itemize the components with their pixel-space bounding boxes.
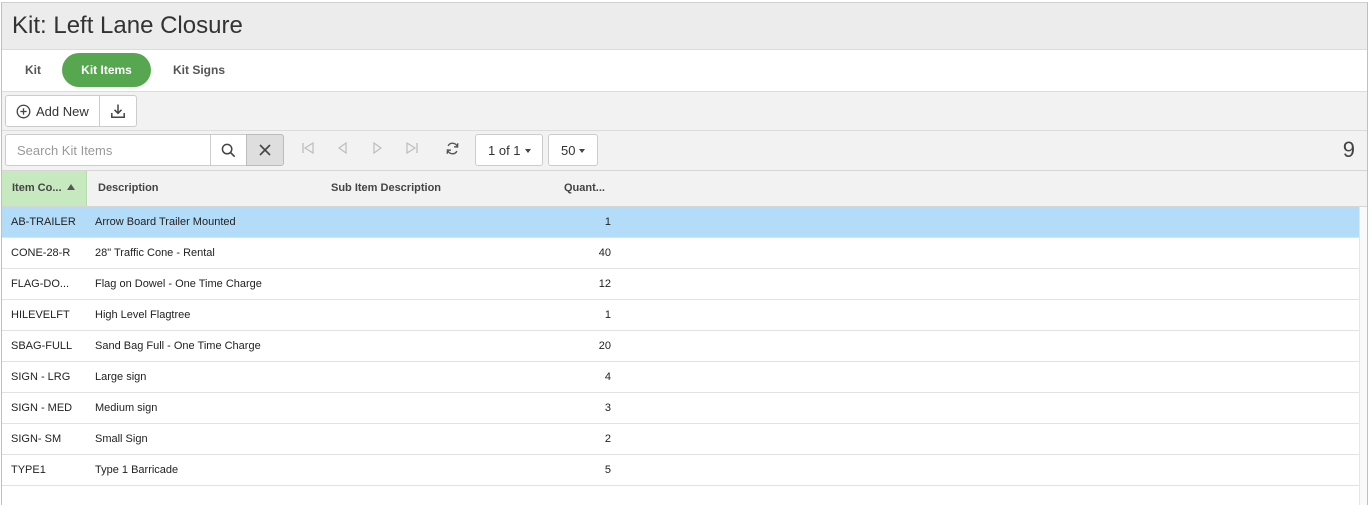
table-row[interactable]: TYPE1 Type 1 Barricade 5 xyxy=(2,455,1359,486)
page-selector-dropdown[interactable]: 1 of 1 xyxy=(475,134,543,166)
column-header-sub-item-description[interactable]: Sub Item Description xyxy=(331,171,441,206)
cell-quantity: 40 xyxy=(598,247,611,259)
grid-header: Item Co... Description Sub Item Descript… xyxy=(2,171,1367,207)
table-row[interactable]: HILEVELFT High Level Flagtree 1 xyxy=(2,300,1359,331)
download-icon xyxy=(111,104,125,119)
cell-item-code: SIGN - MED xyxy=(11,402,73,414)
cell-quantity: 5 xyxy=(604,464,611,476)
page-size-dropdown[interactable]: 50 xyxy=(548,134,598,166)
column-header-label: Item Co... xyxy=(12,182,62,194)
grid-body: AB-TRAILER Arrow Board Trailer Mounted 1… xyxy=(2,207,1359,486)
tab-kit-signs[interactable]: Kit Signs xyxy=(162,53,236,87)
cell-quantity: 1 xyxy=(604,309,611,321)
cell-description: Type 1 Barricade xyxy=(95,464,179,476)
cell-description: Sand Bag Full - One Time Charge xyxy=(95,340,261,352)
cell-sub-item-description xyxy=(331,424,531,454)
table-row[interactable]: CONE-28-R 28" Traffic Cone - Rental 40 xyxy=(2,238,1359,269)
chevron-down-icon xyxy=(524,148,531,153)
cell-sub-item-description xyxy=(331,207,531,237)
cell-sub-item-description xyxy=(331,393,531,423)
last-page-icon xyxy=(406,141,418,155)
record-count: 9 xyxy=(1342,137,1355,162)
page-title: Kit: Left Lane Closure xyxy=(12,12,243,39)
refresh-button[interactable] xyxy=(444,140,460,156)
next-page-icon xyxy=(373,141,383,155)
search-icon xyxy=(221,143,236,157)
cell-sub-item-description xyxy=(331,455,531,485)
table-row[interactable]: SIGN - MED Medium sign 3 xyxy=(2,393,1359,424)
cell-sub-item-description xyxy=(331,362,531,392)
first-page-icon xyxy=(302,141,314,155)
table-row[interactable]: FLAG-DO... Flag on Dowel - One Time Char… xyxy=(2,269,1359,300)
first-page-button[interactable] xyxy=(300,140,316,156)
cell-quantity: 2 xyxy=(604,433,611,445)
page-size-label: 50 xyxy=(561,142,576,158)
grid-pager: 1 of 1 50 9 xyxy=(2,131,1367,171)
cell-quantity: 3 xyxy=(604,402,611,414)
cell-quantity: 1 xyxy=(604,216,611,228)
cell-sub-item-description xyxy=(331,238,531,268)
cell-item-code: TYPE1 xyxy=(11,464,46,476)
cell-sub-item-description xyxy=(331,300,531,330)
page-selector-label: 1 of 1 xyxy=(488,142,521,158)
cell-item-code: AB-TRAILER xyxy=(11,216,76,228)
toolbar-button-group: Add New xyxy=(5,95,137,127)
cell-description: 28" Traffic Cone - Rental xyxy=(95,247,215,259)
cell-description: High Level Flagtree xyxy=(95,309,191,321)
cell-quantity: 4 xyxy=(604,371,611,383)
refresh-icon xyxy=(446,142,458,154)
prev-page-icon xyxy=(337,141,347,155)
table-row[interactable]: SIGN- SM Small Sign 2 xyxy=(2,424,1359,455)
vertical-scrollbar[interactable] xyxy=(1359,207,1367,505)
page-header: Kit: Left Lane Closure xyxy=(2,3,1367,50)
cell-quantity: 20 xyxy=(598,340,611,352)
cell-item-code: FLAG-DO... xyxy=(11,278,70,290)
cell-item-code: SBAG-FULL xyxy=(11,340,73,352)
plus-circle-icon xyxy=(16,104,31,118)
cell-description: Arrow Board Trailer Mounted xyxy=(95,216,236,228)
prev-page-button[interactable] xyxy=(335,140,351,156)
search-button[interactable] xyxy=(210,134,247,166)
search-input[interactable] xyxy=(5,134,211,166)
clear-search-button[interactable] xyxy=(246,134,284,166)
cell-sub-item-description xyxy=(331,269,531,299)
last-page-button[interactable] xyxy=(404,140,420,156)
cell-item-code: CONE-28-R xyxy=(11,247,71,259)
cell-item-code: HILEVELFT xyxy=(11,309,70,321)
cell-description: Medium sign xyxy=(95,402,158,414)
column-header-description[interactable]: Description xyxy=(98,171,159,206)
cell-description: Small Sign xyxy=(95,433,148,445)
add-new-button[interactable]: Add New xyxy=(6,96,100,126)
table-row[interactable]: SBAG-FULL Sand Bag Full - One Time Charg… xyxy=(2,331,1359,362)
cell-description: Large sign xyxy=(95,371,147,383)
cell-description: Flag on Dowel - One Time Charge xyxy=(95,278,262,290)
table-row[interactable]: AB-TRAILER Arrow Board Trailer Mounted 1 xyxy=(2,207,1359,238)
add-new-label: Add New xyxy=(36,103,89,119)
tab-bar: Kit Kit Items Kit Signs xyxy=(2,50,1367,92)
sort-ascending-icon xyxy=(66,184,75,190)
column-header-quantity[interactable]: Quant... xyxy=(564,171,605,206)
cell-item-code: SIGN- SM xyxy=(11,433,62,445)
table-row[interactable]: SIGN - LRG Large sign 4 xyxy=(2,362,1359,393)
close-icon xyxy=(259,144,271,156)
chevron-down-icon xyxy=(579,148,586,153)
cell-sub-item-description xyxy=(331,331,531,361)
toolbar: Add New xyxy=(2,92,1367,131)
cell-item-code: SIGN - LRG xyxy=(11,371,71,383)
column-header-item-code[interactable]: Item Co... xyxy=(2,171,87,206)
cell-quantity: 12 xyxy=(598,278,611,290)
tab-kit-items[interactable]: Kit Items xyxy=(62,53,151,87)
tab-kit[interactable]: Kit xyxy=(12,53,54,87)
download-button[interactable] xyxy=(100,96,136,126)
next-page-button[interactable] xyxy=(369,140,385,156)
